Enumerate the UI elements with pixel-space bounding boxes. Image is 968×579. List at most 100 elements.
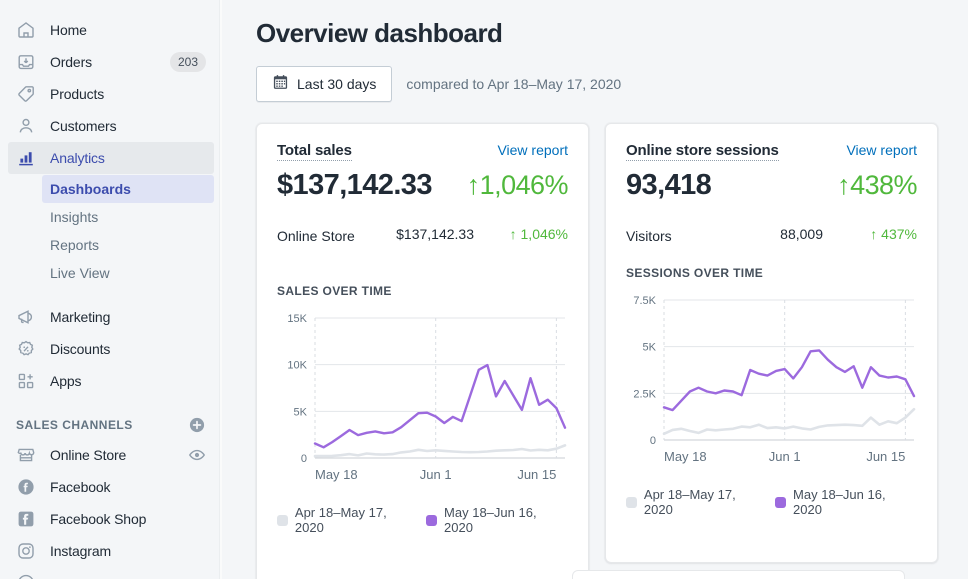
legend-label-current: May 18–Jun 16, 2020: [444, 505, 568, 535]
sidebar-channel-facebook[interactable]: Facebook: [8, 471, 214, 503]
svg-text:0: 0: [301, 453, 307, 465]
breakdown-value: 88,009: [725, 226, 842, 242]
date-range-label: Last 30 days: [297, 76, 376, 92]
legend-label-current: May 18–Jun 16, 2020: [793, 487, 917, 517]
sidebar-item-label: Orders: [50, 54, 92, 70]
main-content: Overview dashboard: [222, 0, 968, 579]
page-title: Overview dashboard: [256, 18, 968, 49]
sales-channels-title: SALES CHANNELS: [16, 418, 133, 432]
breakdown-row: Visitors 88,009 ↑ 437%: [626, 226, 917, 246]
sidebar-item-analytics[interactable]: Analytics: [8, 142, 214, 174]
legend-label-previous: Apr 18–May 17, 2020: [644, 487, 767, 517]
sidebar-channel-facebook-shop[interactable]: Facebook Shop: [8, 503, 214, 535]
sales-channels-header: SALES CHANNELS: [8, 411, 214, 439]
legend-swatch-current: [426, 515, 437, 526]
orders-count-badge: 203: [170, 52, 206, 72]
sidebar-subitem-dashboards[interactable]: Dashboards: [42, 175, 214, 203]
eye-icon[interactable]: [188, 446, 206, 464]
sidebar-item-label: Home: [50, 22, 87, 38]
sidebar: Home Orders 203 Products: [0, 0, 222, 579]
card-title[interactable]: Total sales: [277, 142, 352, 161]
app-root: Home Orders 203 Products: [0, 0, 968, 579]
sidebar-spacer: [0, 287, 222, 301]
sidebar-subitem-label: Dashboards: [50, 181, 131, 197]
svg-text:7.5K: 7.5K: [633, 295, 656, 307]
sidebar-item-label: Customers: [50, 118, 116, 134]
card-total-sales: Total sales View report $137,142.33 ↑1,0…: [256, 123, 589, 579]
sidebar-channel-instagram[interactable]: Instagram: [8, 535, 214, 567]
legend-item-previous: Apr 18–May 17, 2020: [277, 505, 418, 535]
view-report-link[interactable]: View report: [846, 142, 917, 158]
sales-chart-svg: 05K10K15KMay 18Jun 1Jun 15: [277, 308, 569, 493]
sidebar-item-home[interactable]: Home: [8, 14, 214, 46]
legend-item-previous: Apr 18–May 17, 2020: [626, 487, 767, 517]
sidebar-item-apps[interactable]: Apps: [8, 365, 214, 397]
sidebar-subitem-label: Reports: [50, 237, 99, 253]
sessions-over-time-chart[interactable]: 02.5K5K7.5KMay 18Jun 1Jun 15: [626, 290, 917, 475]
svg-text:0: 0: [650, 435, 656, 447]
chart-legend: Apr 18–May 17, 2020 May 18–Jun 16, 2020: [277, 505, 568, 535]
sidebar-subitem-label: Insights: [50, 209, 98, 225]
marketing-megaphone-icon: [16, 307, 36, 327]
instagram-icon: [16, 541, 36, 561]
svg-text:2.5K: 2.5K: [633, 388, 656, 400]
sidebar-item-discounts[interactable]: Discounts: [8, 333, 214, 365]
sidebar-item-marketing[interactable]: Marketing: [8, 301, 214, 333]
breakdown-name: Visitors: [626, 226, 725, 246]
products-tag-icon: [16, 84, 36, 104]
svg-text:May 18: May 18: [315, 467, 358, 482]
svg-text:Jun 15: Jun 15: [517, 467, 556, 482]
plus-circle-icon[interactable]: [188, 416, 206, 434]
sidebar-item-customers[interactable]: Customers: [8, 110, 214, 142]
svg-text:5K: 5K: [643, 342, 657, 354]
svg-text:Jun 1: Jun 1: [420, 467, 452, 482]
legend-swatch-previous: [626, 497, 637, 508]
primary-metric-row: 93,418 ↑438%: [626, 169, 917, 202]
svg-text:Jun 1: Jun 1: [769, 449, 801, 464]
facebook-icon: [16, 477, 36, 497]
channel-partial-icon: [16, 573, 36, 579]
calendar-icon: [272, 74, 289, 94]
orders-icon: [16, 52, 36, 72]
primary-metric-delta: ↑438%: [837, 170, 917, 201]
analytics-bar-icon: [16, 148, 36, 168]
sidebar-channel-online-store[interactable]: Online Store: [8, 439, 214, 471]
view-report-link[interactable]: View report: [497, 142, 568, 158]
sidebar-channel-partial[interactable]: [8, 567, 214, 579]
primary-metric-delta: ↑1,046%: [467, 170, 568, 201]
sidebar-item-label: Analytics: [50, 150, 105, 166]
primary-metric-row: $137,142.33 ↑1,046%: [277, 169, 568, 202]
sidebar-item-label: Products: [50, 86, 104, 102]
sidebar-item-products[interactable]: Products: [8, 78, 214, 110]
legend-label-previous: Apr 18–May 17, 2020: [295, 505, 418, 535]
sidebar-item-label: Instagram: [50, 543, 111, 559]
sidebar-item-label: Facebook Shop: [50, 511, 146, 527]
storefront-icon: [16, 445, 36, 465]
date-range-button[interactable]: Last 30 days: [256, 66, 392, 102]
cards-container: Total sales View report $137,142.33 ↑1,0…: [256, 123, 968, 579]
sidebar-subitem-insights[interactable]: Insights: [42, 203, 214, 231]
sidebar-subitem-label: Live View: [50, 265, 110, 281]
card-online-store-sessions: Online store sessions View report 93,418…: [605, 123, 938, 563]
sidebar-subitem-live-view[interactable]: Live View: [42, 259, 214, 287]
sidebar-spacer-2: [0, 397, 222, 411]
legend-swatch-previous: [277, 515, 288, 526]
breakdown-delta: ↑ 437%: [841, 226, 917, 242]
breakdown-name: Online Store: [277, 226, 363, 246]
svg-text:5K: 5K: [294, 406, 308, 418]
sidebar-item-label: Apps: [50, 373, 81, 389]
sidebar-item-label: Facebook: [50, 479, 110, 495]
chart-legend: Apr 18–May 17, 2020 May 18–Jun 16, 2020: [626, 487, 917, 517]
sales-over-time-chart[interactable]: 05K10K15KMay 18Jun 1Jun 15: [277, 308, 568, 493]
sidebar-item-label: Discounts: [50, 341, 110, 357]
sidebar-item-label: Marketing: [50, 309, 110, 325]
legend-item-current: May 18–Jun 16, 2020: [426, 505, 568, 535]
card-title[interactable]: Online store sessions: [626, 142, 779, 161]
next-card-peek: [572, 570, 905, 579]
sidebar-subitem-reports[interactable]: Reports: [42, 231, 214, 259]
sidebar-item-orders[interactable]: Orders 203: [8, 46, 214, 78]
card-header: Online store sessions View report: [626, 142, 917, 161]
breakdown-value: $137,142.33: [363, 226, 492, 242]
svg-text:10K: 10K: [287, 360, 307, 372]
breakdown-row: Online Store $137,142.33 ↑ 1,046%: [277, 226, 568, 246]
